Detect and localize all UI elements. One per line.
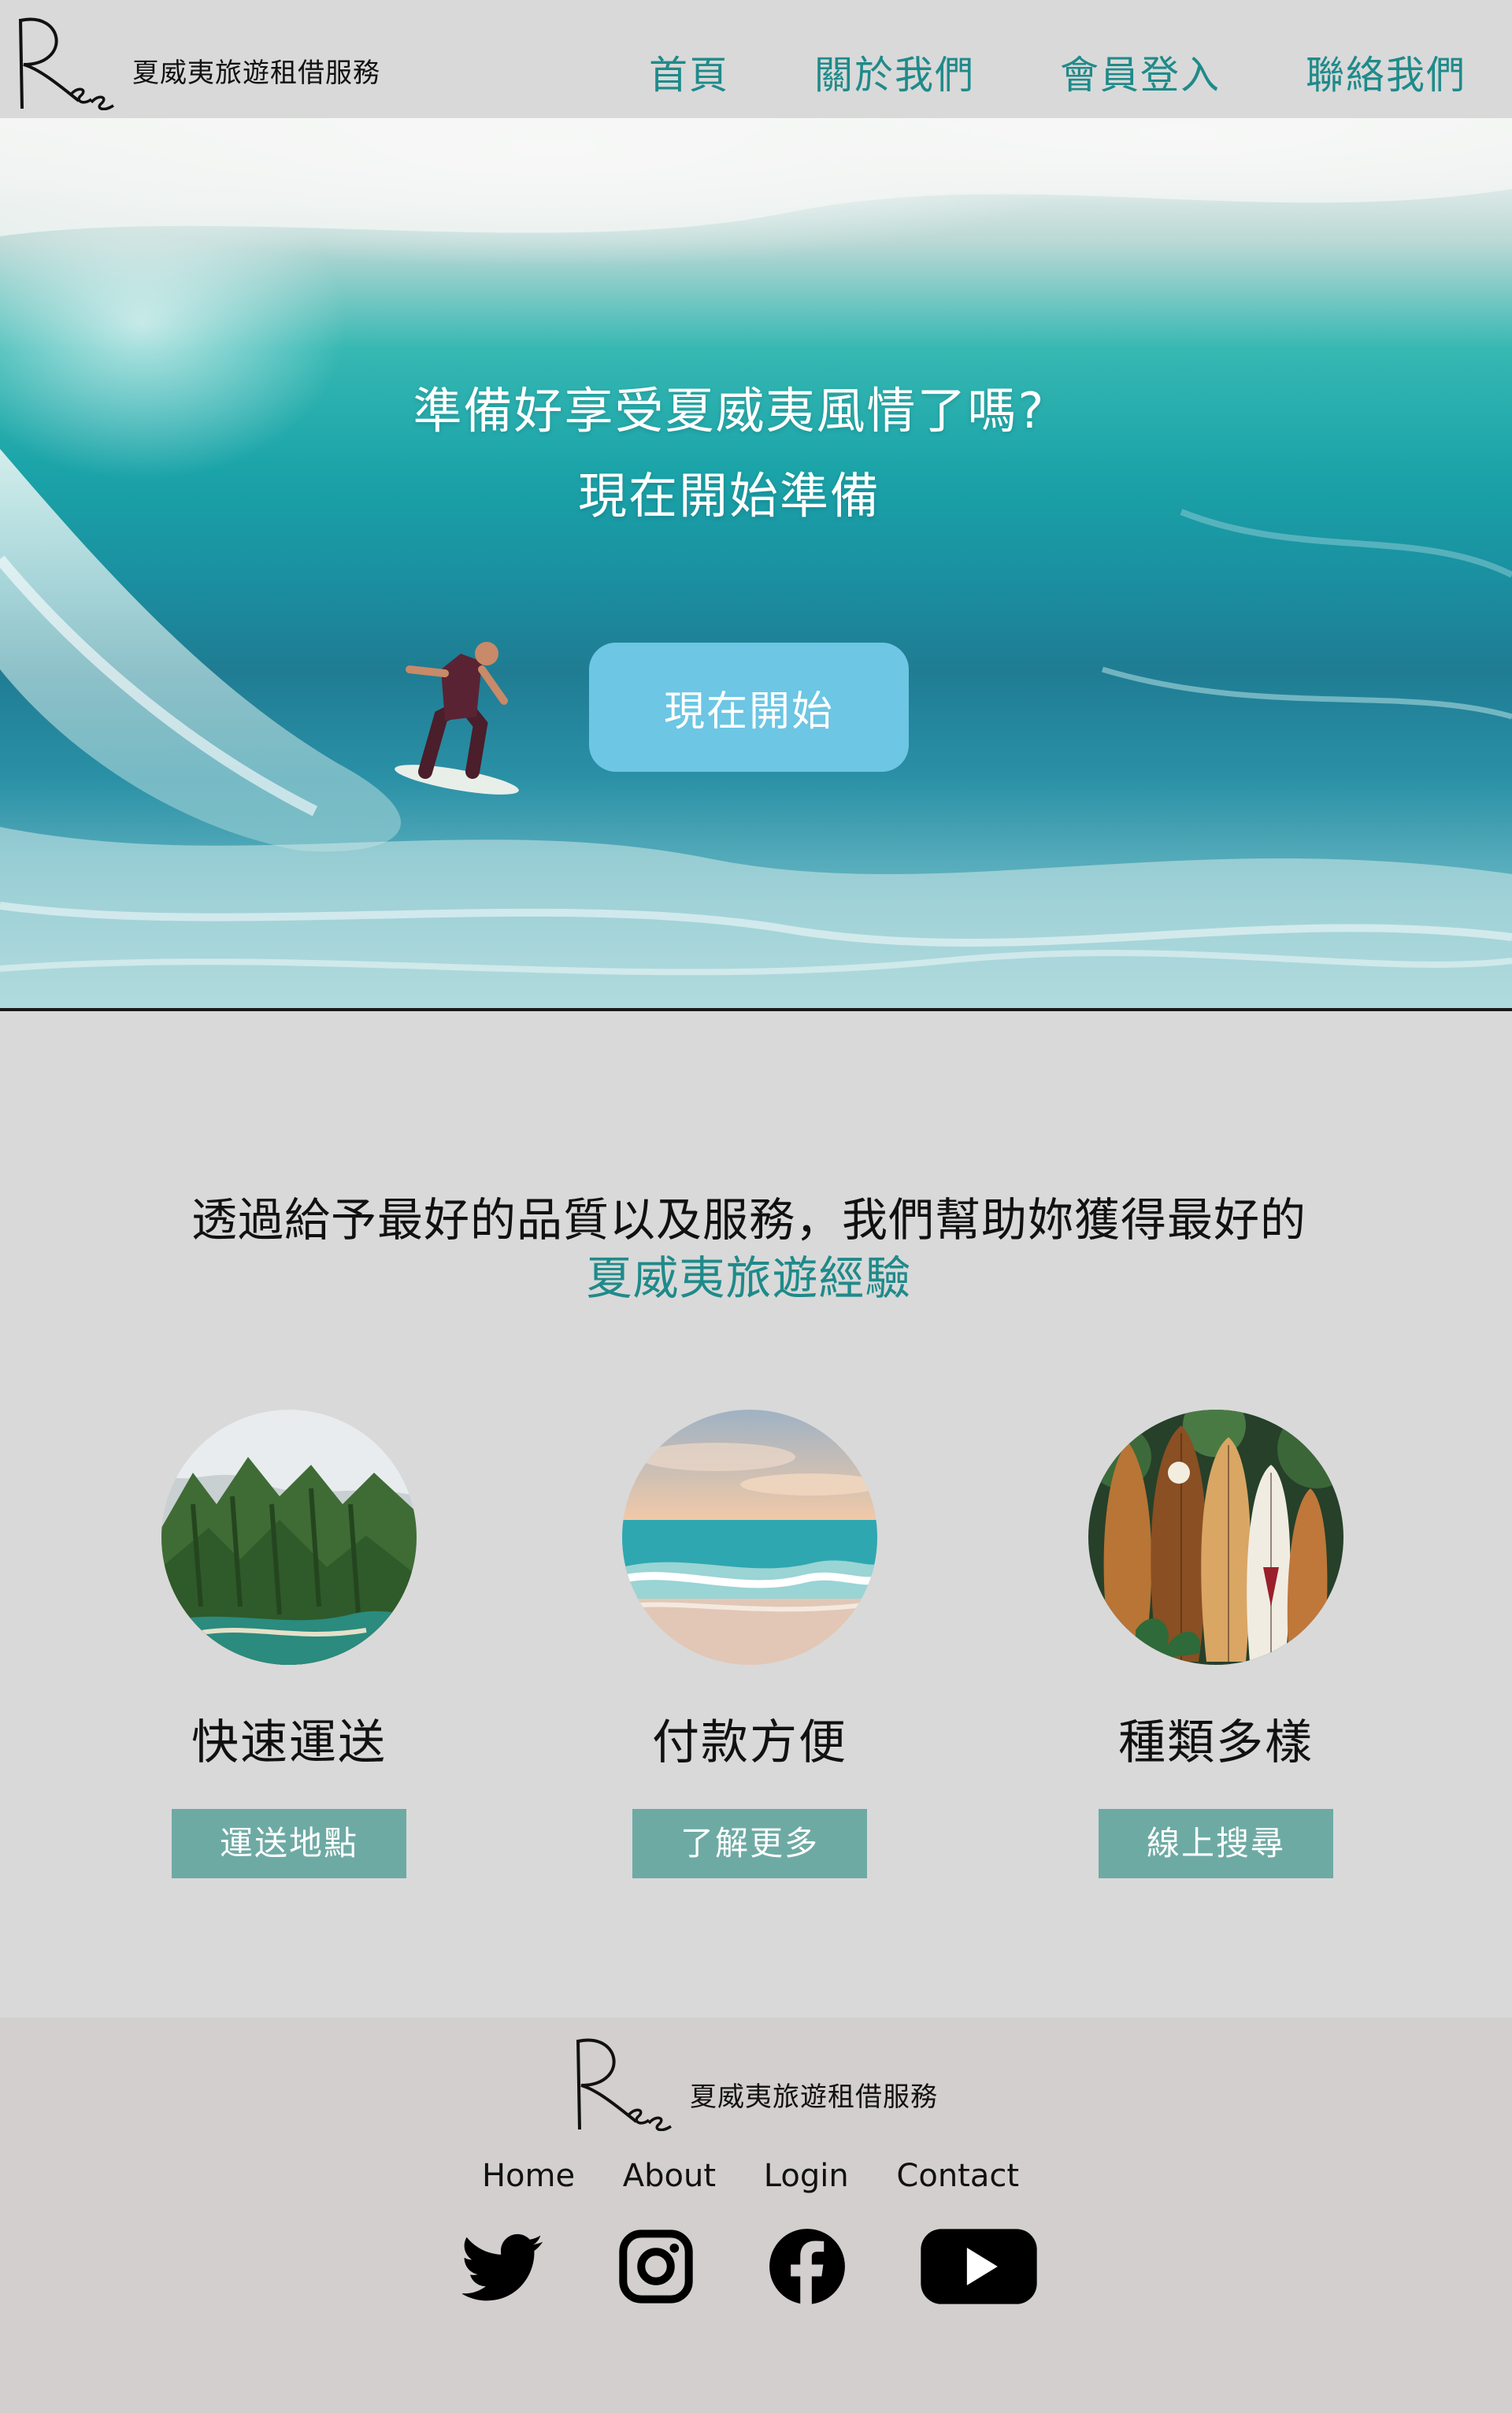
brand-logo[interactable]: 夏威夷旅遊租借服務	[9, 8, 380, 110]
footer-brand-name: 夏威夷旅遊租借服務	[690, 2081, 938, 2113]
logo-mark-icon	[19, 17, 114, 110]
nav-about[interactable]: 關於我們	[814, 44, 975, 100]
social-links	[0, 2226, 1501, 2307]
feature-image-surfboards	[1088, 1410, 1343, 1665]
intro-tagline: 透過給予最好的品質以及服務，我們幫助妳獲得最好的 夏威夷旅遊經驗	[0, 1191, 1498, 1307]
hero-title-line2: 現在開始準備	[577, 467, 880, 524]
footer-link-about[interactable]: About	[623, 2158, 716, 2194]
footer-link-home[interactable]: Home	[482, 2158, 575, 2194]
footer-link-login[interactable]: Login	[764, 2158, 849, 2194]
instagram-icon[interactable]	[617, 2227, 695, 2306]
surf-wave-image	[0, 118, 1512, 1008]
feature-fast-delivery: 快速運送 運送地點	[132, 1410, 447, 1878]
surfer-figure	[395, 642, 519, 795]
feature-image-mountain	[161, 1410, 417, 1665]
nav-contact[interactable]: 聯絡我們	[1306, 44, 1466, 100]
hero-headline: 準備好享受夏威夷風情了嗎? 現在開始準備	[0, 369, 1458, 539]
hero-title-line1: 準備好享受夏威夷風情了嗎?	[413, 382, 1046, 439]
site-footer: 夏威夷旅遊租借服務 Home About Login Contact	[0, 2018, 1512, 2413]
brand-name: 夏威夷旅遊租借服務	[132, 57, 380, 89]
youtube-icon[interactable]	[919, 2226, 1039, 2307]
footer-brand-logo[interactable]: 夏威夷旅遊租借服務	[567, 2029, 938, 2131]
main-nav: 首頁 關於我們 會員登入 聯絡我們	[649, 44, 1466, 100]
feature-easy-payment: 付款方便 了解更多	[592, 1410, 907, 1878]
footer-nav: Home About Login Contact	[0, 2158, 1501, 2194]
twitter-icon[interactable]	[462, 2226, 544, 2307]
feature-title: 快速運送	[191, 1715, 387, 1770]
feature-title: 種類多樣	[1118, 1715, 1314, 1770]
start-now-button[interactable]: 現在開始	[589, 643, 909, 772]
hero-banner: 準備好享受夏威夷風情了嗎? 現在開始準備 現在開始	[0, 118, 1512, 1011]
delivery-locations-button[interactable]: 運送地點	[172, 1809, 406, 1878]
feature-image-beach	[622, 1410, 877, 1665]
intro-line2: 夏威夷旅遊經驗	[586, 1251, 912, 1305]
logo-mark-icon	[576, 2038, 672, 2131]
nav-home[interactable]: 首頁	[649, 44, 729, 100]
footer-link-contact[interactable]: Contact	[896, 2158, 1019, 2194]
feature-variety: 種類多樣 線上搜尋	[1058, 1410, 1373, 1878]
feature-title: 付款方便	[652, 1715, 847, 1770]
site-header: 夏威夷旅遊租借服務 首頁 關於我們 會員登入 聯絡我們	[0, 0, 1512, 118]
intro-line1: 透過給予最好的品質以及服務，我們幫助妳獲得最好的	[191, 1193, 1306, 1247]
learn-more-button[interactable]: 了解更多	[632, 1809, 867, 1878]
facebook-icon[interactable]	[768, 2227, 847, 2306]
search-online-button[interactable]: 線上搜尋	[1099, 1809, 1333, 1878]
nav-login[interactable]: 會員登入	[1060, 44, 1221, 100]
